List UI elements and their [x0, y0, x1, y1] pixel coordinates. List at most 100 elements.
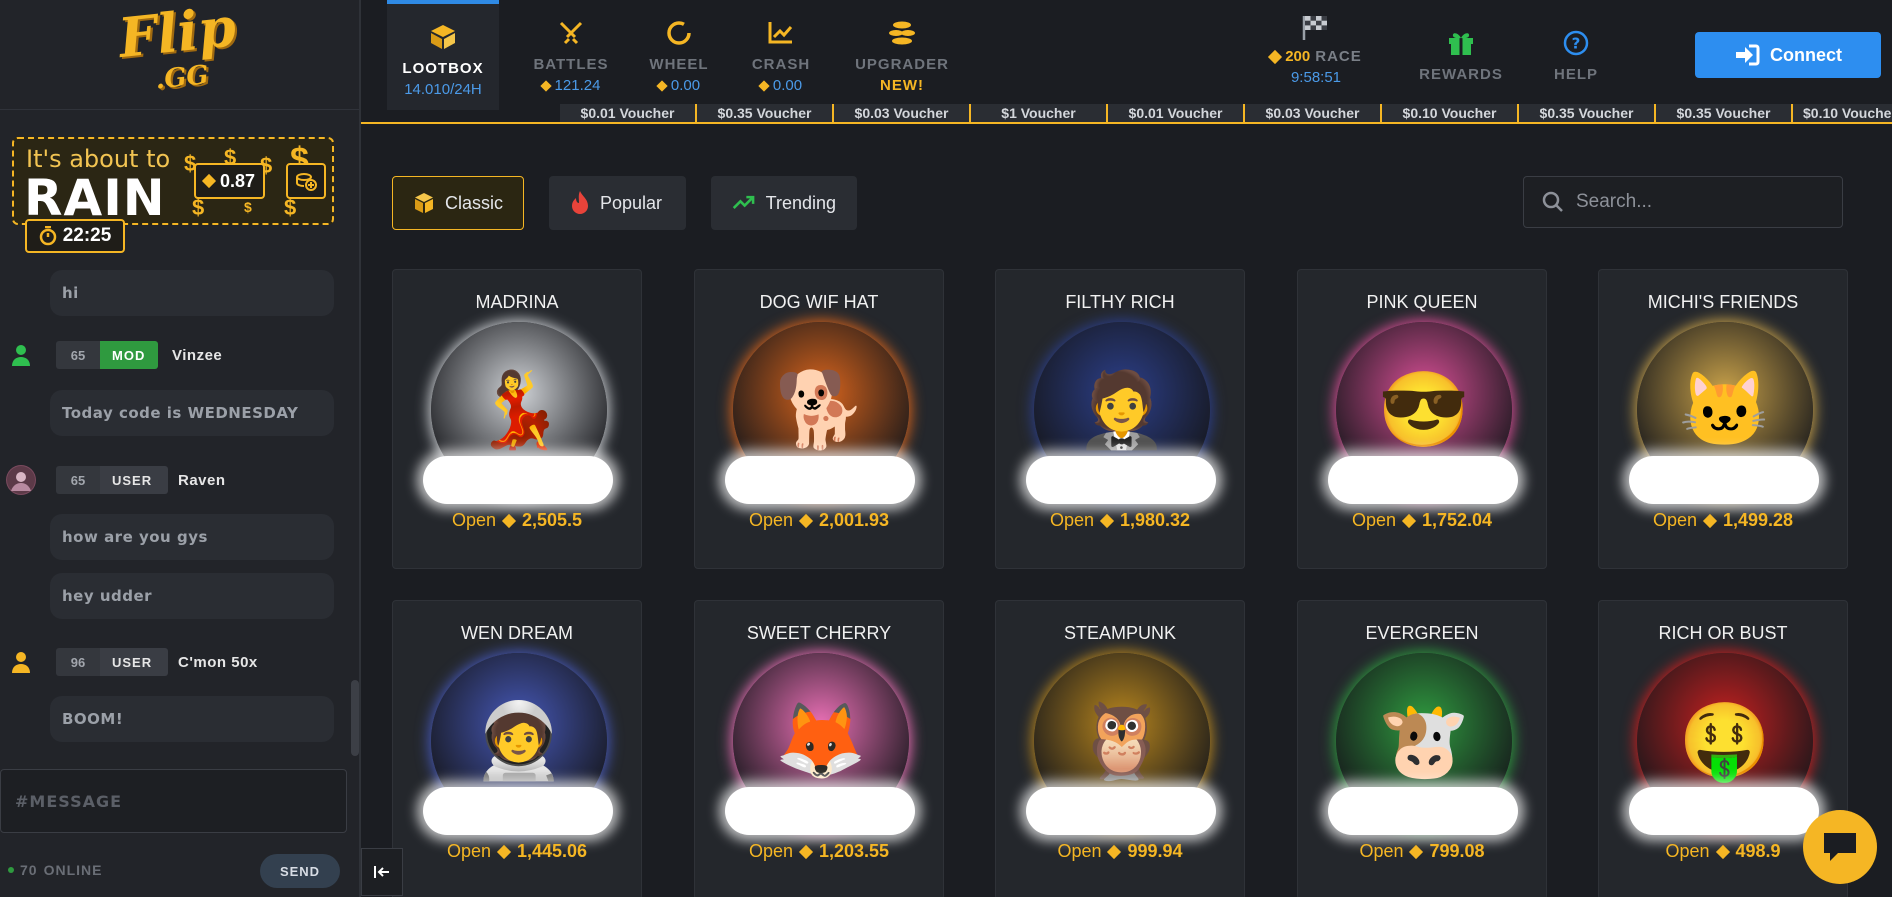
- lootbox-card[interactable]: SWEET CHERRY 🦊 Open 1,203.55: [694, 600, 944, 897]
- gift-icon: [1444, 26, 1478, 60]
- nav-upgrader[interactable]: UPGRADER NEW!: [847, 0, 957, 110]
- filter-popular[interactable]: Popular: [549, 176, 686, 230]
- lootbox-title: STEAMPUNK: [1063, 623, 1177, 643]
- username[interactable]: Raven: [178, 466, 226, 494]
- cloud-overlay: [1328, 456, 1518, 504]
- cube-icon: [414, 193, 433, 213]
- rain-timer-value: 22:25: [62, 225, 112, 246]
- diamond-icon: [1107, 844, 1122, 859]
- lootbox-title: MADRINA: [475, 292, 559, 312]
- lootbox-price: 1,499.28: [1722, 510, 1794, 530]
- lootbox-card[interactable]: EVERGREEN 🐮 Open 799.08: [1297, 600, 1547, 897]
- cloud-overlay: [1629, 787, 1819, 835]
- diamond-icon: [656, 79, 668, 92]
- send-button[interactable]: SEND: [260, 854, 340, 888]
- ticker-item: $0.35 Voucher: [697, 104, 834, 122]
- rain-tip-button[interactable]: [286, 163, 326, 199]
- open-price[interactable]: Open 1,980.32: [996, 510, 1244, 531]
- lootbox-title: EVERGREEN: [1365, 623, 1479, 643]
- lootbox-card[interactable]: WEN DREAM 🧑‍🚀 Open 1,445.06: [392, 600, 642, 897]
- avatar[interactable]: [8, 340, 34, 370]
- open-price[interactable]: Open 1,499.28: [1599, 510, 1847, 531]
- lootbox-card[interactable]: PINK QUEEN 😎 Open 1,752.04: [1297, 269, 1547, 569]
- race-widget[interactable]: 200 RACE 9:58:51: [1251, 14, 1381, 86]
- username[interactable]: C'mon 50x: [178, 648, 258, 676]
- avatar[interactable]: [6, 465, 36, 495]
- logo-wordmark: Flip .GG: [116, 0, 242, 107]
- cloud-overlay: [1328, 787, 1518, 835]
- diamond-icon: [798, 513, 814, 528]
- nav-sub: 0.00: [758, 77, 803, 94]
- chat-sidebar: Flip .GG It's about to RAIN $ $ $ $ $ $ $ 0…: [0, 0, 361, 897]
- lootbox-card[interactable]: DOG WIF HAT 🐕 Open 2,001.93: [694, 269, 944, 569]
- lootbox-card[interactable]: STEAMPUNK 🦉 Open 999.94: [995, 600, 1245, 897]
- chat-scrollbar[interactable]: [351, 680, 359, 756]
- lootbox-title: MICHI'S FRIENDS: [1647, 292, 1799, 312]
- chat-message: Today code is WEDNESDAY: [50, 390, 334, 436]
- race-countdown: 9:58:51: [1290, 69, 1342, 86]
- ticker-item: $0.35 Voucher: [1656, 104, 1793, 122]
- lootbox-main: Classic Popular Trending MADRINA💃Open2,5…: [361, 126, 1892, 897]
- open-price[interactable]: Open 799.08: [1298, 841, 1546, 862]
- nav-crash[interactable]: CRASH 0.00: [741, 0, 821, 110]
- nav-lootbox[interactable]: LOOTBOX 14.010/24H: [387, 0, 499, 110]
- lootbox-price: 1,980.32: [1119, 510, 1191, 530]
- open-price[interactable]: Open 1,203.55: [695, 841, 943, 862]
- nav-rewards[interactable]: REWARDS: [1411, 0, 1511, 110]
- nav-label: HELP: [1553, 66, 1598, 83]
- filter-classic[interactable]: Classic: [392, 176, 524, 230]
- lootbox-card[interactable]: FILTHY RICH 🤵 Open 1,980.32: [995, 269, 1245, 569]
- filter-trending[interactable]: Trending: [711, 176, 857, 230]
- open-price[interactable]: Open 1,752.04: [1298, 510, 1546, 531]
- message-input[interactable]: [0, 769, 347, 833]
- help-icon: ?: [1559, 26, 1593, 60]
- filter-label: Classic: [444, 192, 503, 213]
- nav-help[interactable]: ? HELP: [1536, 0, 1616, 110]
- lootbox-card[interactable]: MICHI'S FRIENDS 🐱 Open 1,499.28: [1598, 269, 1848, 569]
- lootbox-title: FILTHY RICH: [1065, 292, 1175, 312]
- nav-sub-value: 0.00: [772, 77, 803, 94]
- connect-label: Connect: [1770, 44, 1842, 65]
- avatar[interactable]: [8, 647, 34, 677]
- connect-button[interactable]: Connect: [1695, 32, 1881, 78]
- nav-battles[interactable]: BATTLES 121.24: [521, 0, 621, 110]
- nav-label: WHEEL: [649, 56, 709, 73]
- voucher-ticker: $0.01 Voucher $0.35 Voucher $0.03 Vouche…: [361, 104, 1892, 124]
- coins-icon: [885, 16, 919, 50]
- collapse-sidebar-button[interactable]: [361, 848, 403, 896]
- open-price[interactable]: Open 2,505.5: [393, 510, 641, 531]
- wheel-icon: [662, 16, 696, 50]
- search-icon: [1542, 191, 1563, 212]
- app-root: Flip .GG It's about to RAIN $ $ $ $ $ $ $ 0…: [0, 0, 1892, 897]
- support-chat-button[interactable]: [1803, 810, 1877, 884]
- open-label: Open: [1351, 510, 1396, 530]
- chart-icon: [764, 16, 798, 50]
- search-box[interactable]: [1523, 176, 1843, 228]
- nav-wheel[interactable]: WHEEL 0.00: [639, 0, 719, 110]
- nav-sub: 14.010/24H: [404, 81, 482, 98]
- logo[interactable]: Flip .GG: [0, 0, 359, 110]
- open-price[interactable]: Open 1,445.06: [393, 841, 641, 862]
- open-price[interactable]: Open 999.94: [996, 841, 1244, 862]
- login-icon: [1736, 44, 1760, 66]
- open-label: Open: [1652, 510, 1697, 530]
- online-counter: 70 ONLINE: [8, 862, 102, 878]
- user-role-badge: USER: [100, 648, 168, 676]
- lootbox-price: 2,505.5: [521, 510, 583, 530]
- chat-user-row: 65 MOD Vinzee: [0, 340, 350, 370]
- chat-feed[interactable]: hi 65 MOD Vinzee Today code is WEDNESDAY…: [0, 270, 350, 760]
- user-icon: [12, 345, 30, 366]
- username[interactable]: Vinzee: [172, 341, 222, 369]
- open-price[interactable]: Open 2,001.93: [695, 510, 943, 531]
- cloud-overlay: [725, 787, 915, 835]
- search-input[interactable]: [1576, 191, 1826, 213]
- diamond-icon: [496, 844, 512, 859]
- cloud-overlay: [423, 456, 613, 504]
- online-count: 70: [20, 862, 38, 878]
- ticker-item: $0.03 Voucher: [834, 104, 971, 122]
- chat-user-row: 65 USER Raven: [0, 465, 350, 495]
- ticker-item: $0.01 Voucher: [1108, 104, 1245, 122]
- lootbox-card[interactable]: MADRINA 💃 Open 2,505.5: [392, 269, 642, 569]
- online-label: ONLINE: [43, 862, 103, 878]
- lootbox-price: 999.94: [1127, 841, 1183, 861]
